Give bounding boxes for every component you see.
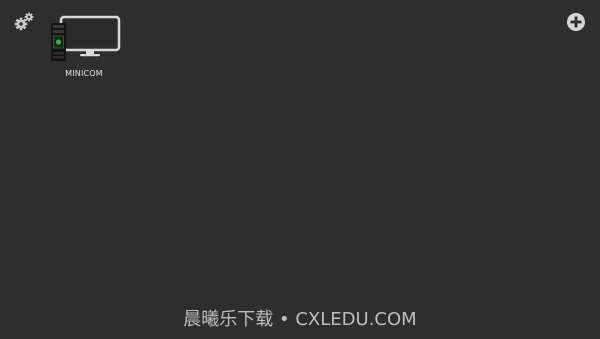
gears-icon	[14, 12, 34, 31]
add-button[interactable]	[565, 11, 587, 33]
minicom-label: MINICOM	[65, 69, 103, 78]
serial-terminal-monitor-icon	[51, 15, 121, 61]
watermark-text: 晨曦乐下载 • CXLEDU.COM	[183, 309, 417, 330]
plus-circle-icon	[567, 13, 585, 31]
settings-button[interactable]	[13, 11, 35, 33]
minicom-launcher[interactable]: MINICOM	[44, 14, 124, 84]
